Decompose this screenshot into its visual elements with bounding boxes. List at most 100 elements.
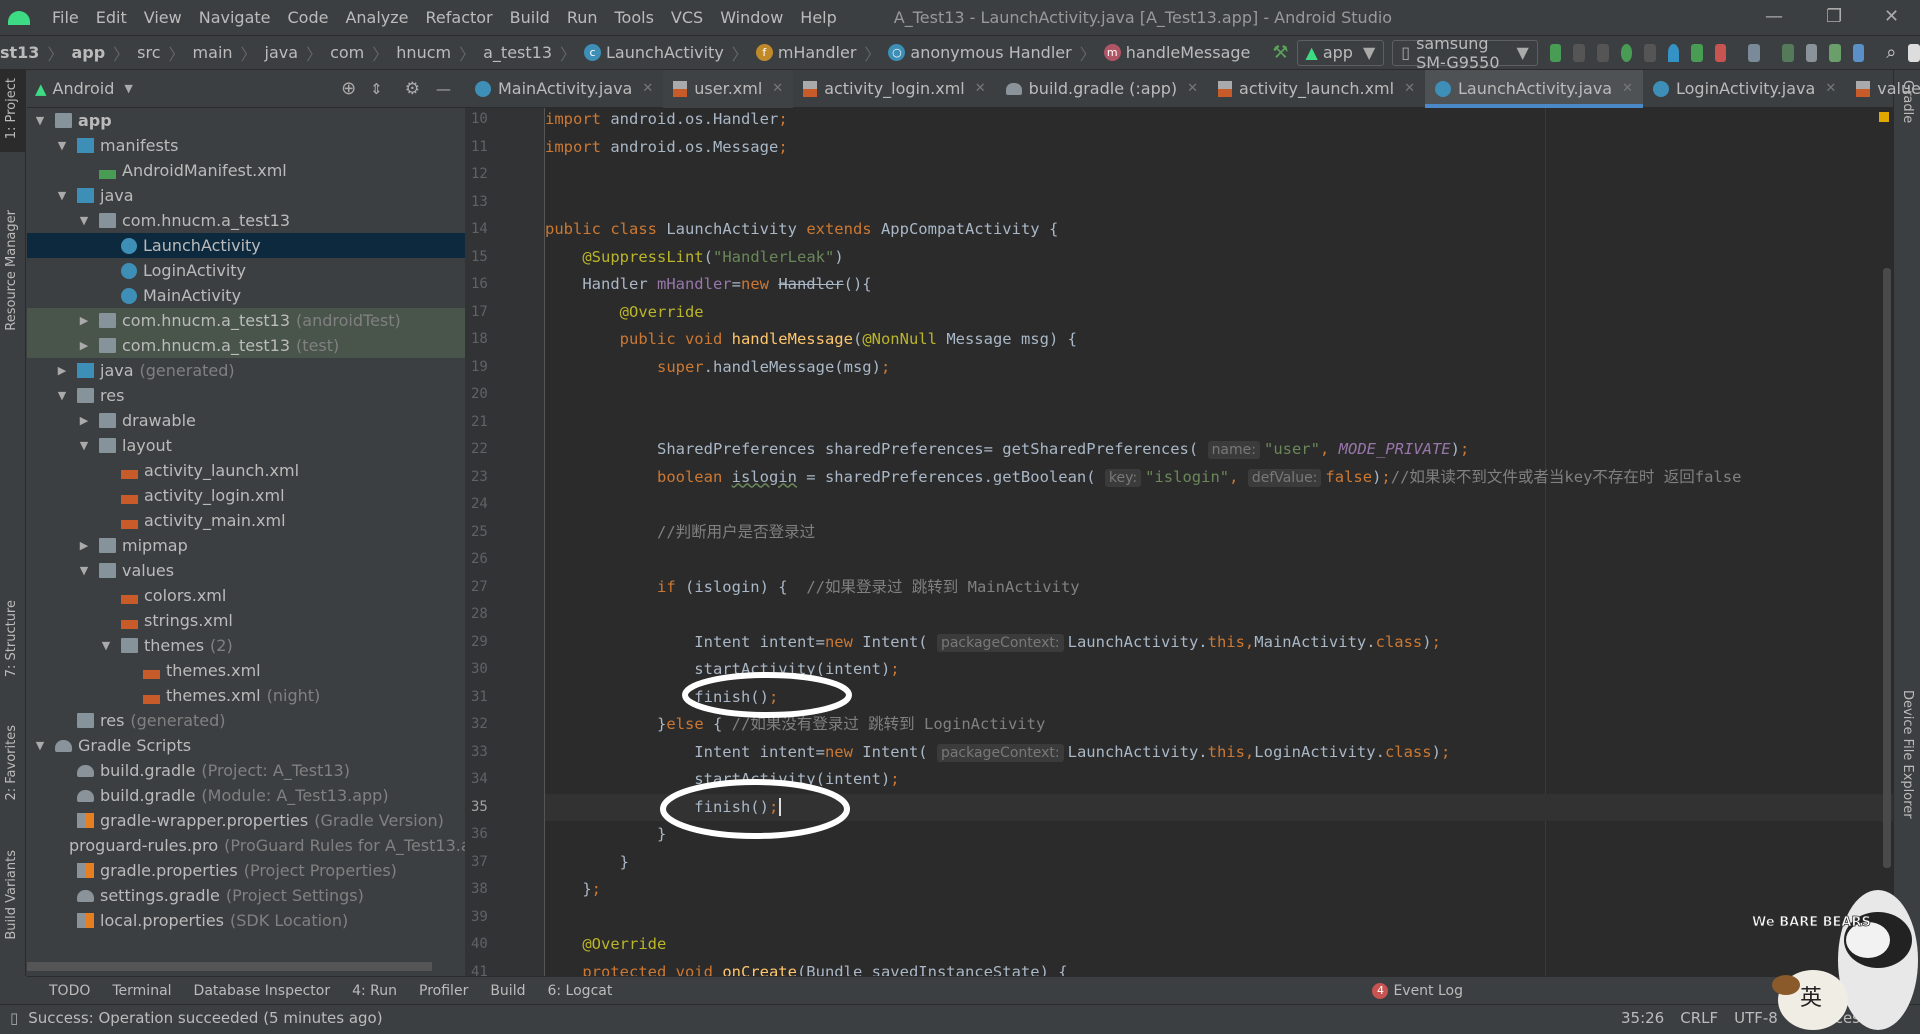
project-structure-icon[interactable]: [1748, 43, 1760, 62]
expanded-arrow-icon[interactable]: ▼: [33, 739, 47, 752]
tree-item[interactable]: res (generated): [27, 708, 465, 733]
profile-icon[interactable]: [1667, 43, 1680, 62]
editor-tab[interactable]: LaunchActivity.java ✕: [1424, 69, 1644, 108]
breadcrumb-item[interactable]: java: [265, 43, 299, 62]
collapsed-arrow-icon[interactable]: ▶: [55, 364, 69, 377]
event-log-button[interactable]: 4 Event Log: [1372, 982, 1463, 999]
tree-item[interactable]: local.properties (SDK Location): [27, 908, 465, 933]
breadcrumb-item[interactable]: hnucm: [396, 43, 451, 62]
tree-item[interactable]: ▼ layout: [27, 433, 465, 458]
breadcrumb-item[interactable]: handleMessage: [1126, 43, 1251, 62]
tool-window-4-run[interactable]: 4: Run: [352, 983, 397, 999]
tree-item[interactable]: ▶ com.hnucm.a_test13 (androidTest): [27, 308, 465, 333]
stop-icon[interactable]: [1714, 43, 1727, 62]
menu-help[interactable]: Help: [800, 8, 836, 27]
tree-item[interactable]: ▼ themes (2): [27, 633, 465, 658]
locate-icon[interactable]: ⊕: [341, 78, 356, 99]
breadcrumb-item[interactable]: a_test13: [483, 43, 552, 62]
gradle-sync-icon[interactable]: [1805, 43, 1818, 62]
menu-code[interactable]: Code: [288, 8, 329, 27]
tree-item[interactable]: ▼ Gradle Scripts: [27, 733, 465, 758]
avd-manager-icon[interactable]: [1829, 43, 1841, 62]
tree-item[interactable]: LoginActivity: [27, 258, 465, 283]
editor-tab[interactable]: activity_launch.xml ✕: [1208, 70, 1425, 108]
expanded-arrow-icon[interactable]: ▼: [99, 639, 113, 652]
build-variants-tab[interactable]: Build Variants: [4, 850, 19, 940]
tree-item[interactable]: ▼ app: [27, 108, 465, 133]
tree-item[interactable]: gradle.properties (Project Properties): [27, 858, 465, 883]
breadcrumb-item[interactable]: st13: [0, 43, 39, 62]
gear-icon[interactable]: ⚙: [405, 79, 420, 99]
tree-item[interactable]: colors.xml: [27, 583, 465, 608]
tree-item[interactable]: ▼ manifests: [27, 133, 465, 158]
apply-code-changes-icon[interactable]: [1573, 43, 1585, 62]
project-tool-tab[interactable]: 1: Project: [4, 78, 19, 139]
close-tab-icon[interactable]: ✕: [772, 81, 783, 96]
tree-item[interactable]: build.gradle (Project: A_Test13): [27, 758, 465, 783]
apply-changes-icon[interactable]: [1549, 43, 1562, 62]
menu-tools[interactable]: Tools: [615, 8, 654, 27]
collapse-all-icon[interactable]: ⇕: [370, 80, 383, 98]
minimize-button[interactable]: —: [1765, 6, 1783, 27]
tool-window-profiler[interactable]: Profiler: [419, 983, 468, 999]
hide-icon[interactable]: —: [436, 80, 451, 98]
expanded-arrow-icon[interactable]: ▼: [55, 189, 69, 202]
collapsed-arrow-icon[interactable]: ▶: [77, 339, 91, 352]
menu-run[interactable]: Run: [567, 8, 598, 27]
breadcrumb-item[interactable]: anonymous Handler: [910, 43, 1071, 62]
restore-button[interactable]: ❐: [1826, 6, 1842, 27]
tool-window-terminal[interactable]: Terminal: [112, 983, 171, 999]
layout-inspector-icon[interactable]: [1781, 43, 1794, 62]
line-separator[interactable]: CRLF: [1680, 1009, 1718, 1027]
code-editor[interactable]: 10 11 12 13 14 15 16 17 18 19 20 21 22 23 24 25 26 27 28 29…: [465, 108, 1893, 976]
tree-item[interactable]: activity_launch.xml: [27, 458, 465, 483]
tree-item[interactable]: ▼ com.hnucm.a_test13: [27, 208, 465, 233]
tree-item[interactable]: activity_login.xml: [27, 483, 465, 508]
menu-window[interactable]: Window: [720, 8, 783, 27]
structure-tab[interactable]: 7: Structure: [4, 600, 19, 677]
tree-item[interactable]: ▶ mipmap: [27, 533, 465, 558]
tree-item[interactable]: strings.xml: [27, 608, 465, 633]
tree-item[interactable]: ▶ drawable: [27, 408, 465, 433]
debug-icon[interactable]: [1620, 43, 1633, 62]
menu-view[interactable]: View: [144, 8, 182, 27]
menu-edit[interactable]: Edit: [96, 8, 127, 27]
close-tab-icon[interactable]: ✕: [642, 81, 653, 96]
resource-manager-tab[interactable]: Resource Manager: [4, 210, 19, 331]
tree-item[interactable]: ▶ com.hnucm.a_test13 (test): [27, 333, 465, 358]
tree-item[interactable]: ▼ java: [27, 183, 465, 208]
editor-tab[interactable]: LoginActivity.java ✕: [1643, 70, 1846, 108]
menu-vcs[interactable]: VCS: [671, 8, 703, 27]
tool-window-build[interactable]: Build: [490, 983, 525, 999]
close-tab-icon[interactable]: ✕: [1622, 81, 1633, 96]
project-view-select[interactable]: Android: [53, 79, 115, 98]
expanded-arrow-icon[interactable]: ▼: [33, 114, 47, 127]
menu-build[interactable]: Build: [510, 8, 550, 27]
tree-item[interactable]: AndroidManifest.xml: [27, 158, 465, 183]
close-tab-icon[interactable]: ✕: [1825, 81, 1836, 96]
editor-tab[interactable]: activity_login.xml ✕: [793, 70, 995, 108]
close-button[interactable]: ✕: [1884, 6, 1899, 27]
favorites-tab[interactable]: 2: Favorites: [4, 725, 19, 801]
tree-item[interactable]: ▶ java (generated): [27, 358, 465, 383]
expanded-arrow-icon[interactable]: ▼: [55, 139, 69, 152]
tree-item[interactable]: build.gradle (Module: A_Test13.app): [27, 783, 465, 808]
sync-icon[interactable]: [1596, 43, 1609, 62]
device-file-explorer-tab[interactable]: Device File Explorer: [1900, 690, 1915, 819]
chevron-down-icon[interactable]: ▼: [124, 82, 132, 95]
menu-analyze[interactable]: Analyze: [345, 8, 408, 27]
tree-item[interactable]: LaunchActivity: [27, 233, 465, 258]
editor-tab[interactable]: user.xml ✕: [663, 69, 794, 108]
breadcrumb-item[interactable]: com: [330, 43, 364, 62]
expanded-arrow-icon[interactable]: ▼: [77, 214, 91, 227]
account-avatar[interactable]: [1908, 43, 1920, 62]
device-select[interactable]: ▯ samsung SM-G9550 ▼: [1392, 34, 1538, 72]
debug-attach-icon[interactable]: [1691, 43, 1703, 62]
tree-item[interactable]: settings.gradle (Project Settings): [27, 883, 465, 908]
tool-window-6-logcat[interactable]: 6: Logcat: [547, 983, 612, 999]
menu-refactor[interactable]: Refactor: [426, 8, 493, 27]
breadcrumb-item[interactable]: src: [137, 43, 160, 62]
tree-item[interactable]: gradle-wrapper.properties (Gradle Version…: [27, 808, 465, 833]
tree-item[interactable]: proguard-rules.pro (ProGuard Rules for A_…: [27, 833, 465, 858]
close-tab-icon[interactable]: ✕: [1187, 81, 1198, 96]
